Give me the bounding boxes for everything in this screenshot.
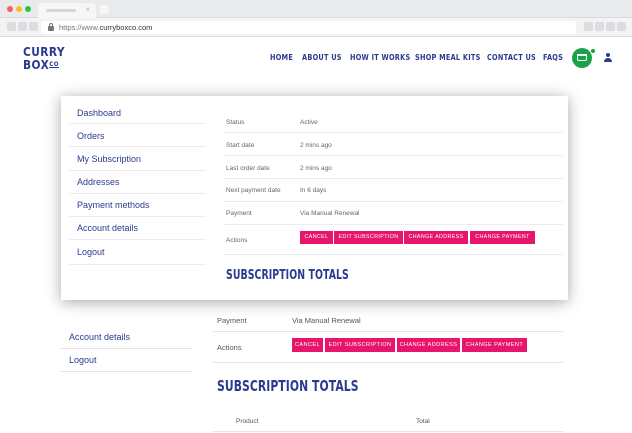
row-divider: [223, 201, 563, 202]
browser-tab-bar: ×: [0, 0, 632, 18]
bg-change-address-button[interactable]: CHANGE ADDRESS: [397, 338, 460, 352]
tabs-overview-icon[interactable]: [606, 22, 615, 31]
change-payment-button[interactable]: CHANGE PAYMENT: [470, 231, 535, 244]
address-bar: https://www.curryboxco.com: [0, 18, 632, 37]
bg-payment-value: Via Manual Renewal: [292, 316, 361, 325]
bg-sidebar-divider: [60, 371, 192, 372]
sidebar-divider: [69, 146, 206, 147]
last-order-date-value: 2 mins ago: [300, 165, 332, 172]
row-divider: [223, 254, 563, 255]
maximize-window-icon[interactable]: [25, 6, 31, 12]
status-label: Status: [226, 119, 245, 126]
start-date-value: 2 mins ago: [300, 142, 332, 149]
sidebar-divider: [69, 193, 206, 194]
extension-icon[interactable]: [584, 22, 593, 31]
sidebar-divider: [69, 216, 206, 217]
sidebar-item-account-details[interactable]: Account details: [77, 223, 138, 233]
tab-title-placeholder: [46, 9, 76, 12]
bg-subscription-totals-heading: SUBSCRIPTION TOTALS: [217, 377, 359, 395]
menu-icon[interactable]: [617, 22, 626, 31]
row-divider: [223, 224, 563, 225]
bg-sidebar-account-details[interactable]: Account details: [69, 332, 130, 342]
sidebar-item-orders[interactable]: Orders: [77, 131, 105, 141]
sidebar-item-addresses[interactable]: Addresses: [77, 177, 120, 187]
last-order-date-label: Last order date: [226, 165, 270, 172]
bg-table-header-total: Total: [416, 418, 430, 425]
sidebar-divider: [69, 239, 206, 240]
minimize-window-icon[interactable]: [16, 6, 22, 12]
bg-actions-label: Actions: [217, 343, 242, 352]
next-payment-date-value: In 6 days: [300, 187, 327, 194]
user-account-icon[interactable]: [604, 53, 612, 62]
nav-contact-us[interactable]: CONTACT US: [487, 53, 536, 62]
nav-how-it-works[interactable]: HOW IT WORKS: [350, 53, 410, 62]
site-logo[interactable]: CURRY BOXCO: [23, 45, 65, 71]
row-divider: [223, 178, 563, 179]
lock-icon: [48, 23, 54, 31]
row-divider: [223, 132, 563, 133]
payment-value: Via Manual Renewal: [300, 210, 360, 217]
sidebar-divider: [69, 123, 206, 124]
bg-change-payment-button[interactable]: CHANGE PAYMENT: [462, 338, 527, 352]
browser-tab[interactable]: ×: [38, 3, 96, 18]
row-divider: [223, 155, 563, 156]
nav-about-us[interactable]: ABOUT US: [302, 53, 342, 62]
bg-sidebar-divider: [60, 348, 192, 349]
new-tab-button[interactable]: [100, 5, 109, 14]
close-window-icon[interactable]: [7, 6, 13, 12]
subscription-totals-heading: SUBSCRIPTION TOTALS: [226, 268, 349, 283]
bg-table-divider: [213, 431, 563, 432]
nav-shop-meal-kits[interactable]: SHOP MEAL KITS: [415, 53, 481, 62]
bg-edit-subscription-button[interactable]: EDIT SUBSCRIPTION: [325, 338, 395, 352]
cancel-button[interactable]: CANCEL: [300, 231, 333, 244]
start-date-label: Start date: [226, 142, 255, 149]
bg-payment-label: Payment: [217, 316, 247, 325]
url-input[interactable]: https://www.curryboxco.com: [41, 21, 576, 34]
next-payment-date-label: Next payment date: [226, 187, 281, 194]
basket-icon: [577, 54, 587, 61]
back-icon[interactable]: [7, 22, 16, 31]
bg-sidebar-logout[interactable]: Logout: [69, 355, 97, 365]
url-text: https://www.curryboxco.com: [59, 23, 153, 32]
change-address-button[interactable]: CHANGE ADDRESS: [404, 231, 468, 244]
subscription-card: Dashboard Orders My Subscription Address…: [61, 96, 568, 300]
sidebar-divider: [69, 170, 206, 171]
edit-subscription-button[interactable]: EDIT SUBSCRIPTION: [334, 231, 403, 244]
nav-home[interactable]: HOME: [270, 53, 293, 62]
share-icon[interactable]: [595, 22, 604, 31]
status-value: Active: [300, 119, 318, 126]
actions-label: Actions: [226, 237, 248, 244]
bg-table-header-product: Product: [236, 418, 259, 425]
payment-label: Payment: [226, 210, 252, 217]
sidebar-item-dashboard[interactable]: Dashboard: [77, 108, 121, 118]
bg-row-divider: [213, 331, 563, 332]
forward-icon[interactable]: [18, 22, 27, 31]
sidebar-divider: [69, 264, 206, 265]
cart-badge: [590, 48, 596, 54]
nav-faqs[interactable]: FAQS: [543, 53, 563, 62]
bg-row-divider: [213, 362, 563, 363]
cart-button[interactable]: [572, 48, 592, 68]
sidebar-item-my-subscription[interactable]: My Subscription: [77, 154, 141, 164]
bg-cancel-button[interactable]: CANCEL: [292, 338, 323, 352]
sidebar-item-logout[interactable]: Logout: [77, 247, 105, 257]
sidebar-item-payment-methods[interactable]: Payment methods: [77, 200, 150, 210]
tab-close-icon[interactable]: ×: [85, 5, 90, 14]
reload-icon[interactable]: [29, 22, 38, 31]
